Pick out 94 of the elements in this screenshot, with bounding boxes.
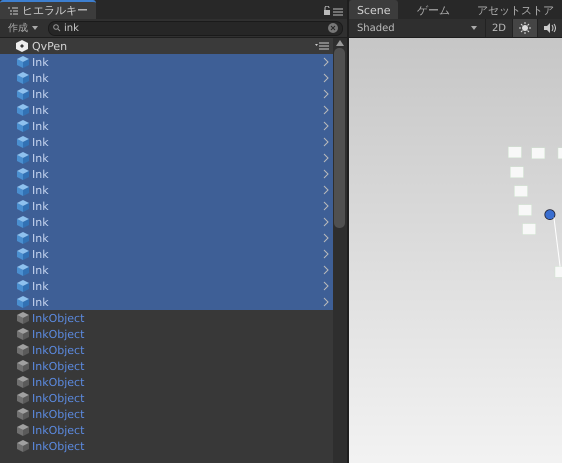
object-name: Ink [32,200,50,212]
hierarchy-row[interactable]: Ink [0,246,333,262]
hierarchy-row[interactable]: Ink [0,262,333,278]
cube-icon [17,264,29,276]
view-tab[interactable]: アセットストア [468,0,562,19]
cube-icon [17,168,29,180]
hierarchy-row[interactable]: InkObject [0,342,333,358]
hierarchy-row[interactable]: InkObject [0,438,333,454]
cube-icon [17,88,29,100]
cube-icon [17,392,29,404]
object-name: Ink [32,120,50,132]
cube-icon [17,360,29,372]
object-name: Ink [32,168,50,180]
object-name: InkObject [32,408,86,420]
hierarchy-row[interactable]: Ink [0,230,333,246]
hierarchy-row[interactable]: Ink [0,198,333,214]
object-name: Ink [32,56,50,68]
object-name: Ink [32,184,50,196]
caret-icon [470,26,477,30]
create-dropdown[interactable]: 作成 [4,21,42,35]
cube-icon [17,232,29,244]
cube-icon [17,408,29,420]
search-field[interactable]: ink [48,20,343,36]
scrollbar-thumb[interactable] [334,48,346,228]
hierarchy-row[interactable]: Ink [0,294,333,310]
hierarchy-row[interactable]: Ink [0,70,333,86]
cube-icon [17,216,29,228]
object-name: InkObject [32,360,86,372]
object-name: Ink [32,248,50,260]
hierarchy-tab[interactable]: ヒエラルキー [0,0,96,19]
hierarchy-row[interactable]: InkObject [0,326,333,342]
cube-icon [17,248,29,260]
object-name: Ink [32,152,50,164]
hierarchy-row[interactable]: Ink [0,86,333,102]
hierarchy-row[interactable]: Ink [0,166,333,182]
object-name: Ink [32,88,50,100]
object-name: Ink [32,232,50,244]
cube-icon [17,152,29,164]
object-name: InkObject [32,424,86,436]
hierarchy-row[interactable]: Ink [0,214,333,230]
object-name: Ink [32,136,50,148]
cube-icon [17,136,29,148]
object-name: InkObject [32,392,86,404]
hierarchy-row[interactable]: InkObject [0,390,333,406]
cube-icon [17,200,29,212]
cube-icon [17,376,29,388]
hierarchy-row[interactable]: InkObject [0,422,333,438]
cube-icon [17,104,29,116]
view-tab[interactable]: ゲーム [409,0,458,19]
object-name: Ink [32,216,50,228]
cube-icon [17,312,29,324]
object-name: Ink [32,296,50,308]
view-tab[interactable]: Scene [348,0,398,19]
cube-icon [17,280,29,292]
list-icon [8,6,18,14]
scene-name: QvPen [32,40,68,52]
cube-icon [17,440,29,452]
object-name: Ink [32,72,50,84]
cube-icon [17,328,29,340]
object-name: Ink [32,264,50,276]
hierarchy-row[interactable]: Ink [0,150,333,166]
object-name: InkObject [32,344,86,356]
object-name: InkObject [32,328,86,340]
hierarchy-row[interactable]: InkObject [0,358,333,374]
search-icon [53,24,62,32]
cube-icon [17,296,29,308]
object-name: InkObject [32,312,86,324]
object-name: InkObject [32,440,86,452]
hierarchy-row[interactable]: Ink [0,134,333,150]
caret-icon [32,26,38,30]
hierarchy-row[interactable]: Ink [0,278,333,294]
cube-icon [17,184,29,196]
object-name: Ink [32,104,50,116]
cube-icon [17,344,29,356]
speaker-icon [544,23,556,33]
lighting-button[interactable] [512,19,537,37]
object-name: Ink [32,280,50,292]
hierarchy-row[interactable]: InkObject [0,406,333,422]
shading-dropdown[interactable]: Shaded [348,22,485,34]
sun-icon [519,22,531,34]
hierarchy-row[interactable]: Ink [0,118,333,134]
object-name: InkObject [32,376,86,388]
cube-icon [17,56,29,68]
hierarchy-row[interactable]: InkObject [0,310,333,326]
hierarchy-row[interactable]: Ink [0,182,333,198]
hierarchy-row[interactable]: Ink [0,102,333,118]
clear-icon[interactable] [328,23,338,33]
cube-icon [17,120,29,132]
cube-icon [17,424,29,436]
cube-icon [17,72,29,84]
menu-icon[interactable] [314,42,329,50]
hierarchy-row[interactable]: InkObject [0,374,333,390]
hierarchy-row[interactable]: Ink [0,54,333,70]
scroll-up-icon[interactable] [336,40,344,46]
